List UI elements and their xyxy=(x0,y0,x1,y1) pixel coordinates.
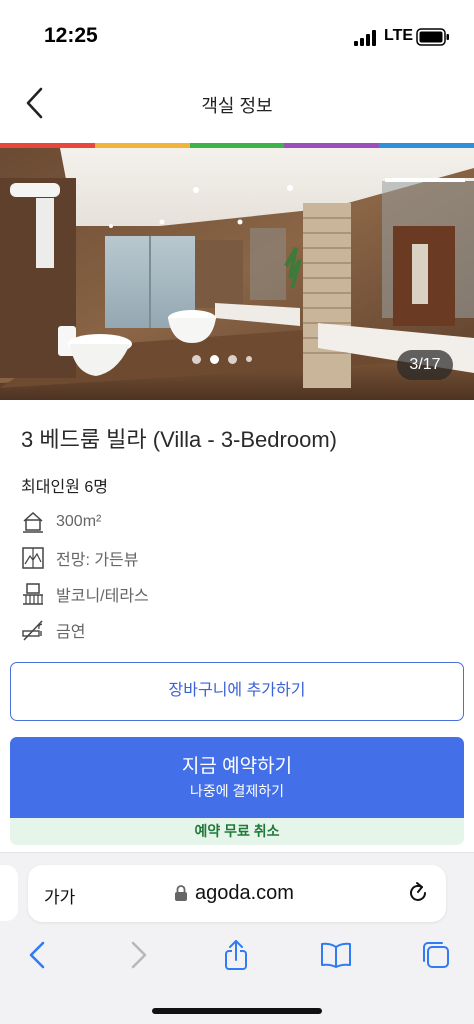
home-indicator xyxy=(152,1008,322,1014)
address-bar[interactable]: 가가 agoda.com xyxy=(28,865,446,922)
balcony-icon xyxy=(23,583,43,605)
book-now-button[interactable]: 지금 예약하기 나중에 결제하기 xyxy=(10,737,464,818)
booking-block: 지금 예약하기 나중에 결제하기 예약 무료 취소 xyxy=(10,737,464,845)
feature-balcony: 발코니/테라스 xyxy=(21,581,149,607)
photo-counter: 3/17 xyxy=(397,350,453,380)
feature-view: 전망: 가든뷰 xyxy=(21,545,139,571)
feature-text: 전망: 가든뷰 xyxy=(56,552,139,569)
gallery-dot-active xyxy=(210,354,219,364)
url-text: agoda.com xyxy=(195,882,294,904)
battery-icon xyxy=(416,28,449,46)
feature-no-smoking: 금연 xyxy=(21,617,85,643)
gallery-dot xyxy=(192,354,201,364)
view-icon xyxy=(22,547,44,569)
page-title: 객실 정보 xyxy=(201,96,273,116)
book-now-label: 지금 예약하기 xyxy=(181,756,293,777)
nav-header: 객실 정보 xyxy=(0,72,474,144)
back-icon[interactable] xyxy=(22,939,54,971)
room-photo-gallery[interactable]: 3/17 xyxy=(0,148,474,400)
forward-icon[interactable] xyxy=(122,939,154,971)
previous-tab-peek[interactable] xyxy=(0,865,18,921)
max-occupancy: 최대인원 6명 xyxy=(21,479,108,496)
gallery-dot xyxy=(246,356,252,362)
network-label: LTE xyxy=(384,27,414,44)
add-to-cart-button[interactable]: 장바구니에 추가하기 xyxy=(10,662,464,721)
feature-text: 금연 xyxy=(56,624,86,641)
lock-icon xyxy=(175,885,187,901)
status-time: 12:25 xyxy=(44,24,98,47)
signal-icon xyxy=(354,30,376,46)
free-cancellation-badge: 예약 무료 취소 xyxy=(10,818,464,845)
text-size-button[interactable]: 가가 xyxy=(44,883,75,908)
feature-text: 300m² xyxy=(56,513,102,530)
gallery-dots xyxy=(192,353,252,365)
feature-text: 발코니/테라스 xyxy=(56,588,149,605)
no-smoking-icon xyxy=(22,620,43,641)
gallery-dot xyxy=(228,354,237,364)
feature-area: 300m² xyxy=(21,509,101,535)
area-icon xyxy=(23,511,43,533)
share-icon[interactable] xyxy=(220,939,252,971)
status-bar: 12:25 LTE xyxy=(0,0,474,72)
bookmarks-icon[interactable] xyxy=(320,939,352,971)
pay-later-label: 나중에 결제하기 xyxy=(189,783,285,799)
tabs-icon[interactable] xyxy=(420,939,452,971)
reload-icon[interactable] xyxy=(406,881,430,905)
browser-toolbar: 가가 agoda.com xyxy=(0,852,474,1024)
room-title: 3 베드룸 빌라 (Villa - 3-Bedroom) xyxy=(21,427,337,452)
